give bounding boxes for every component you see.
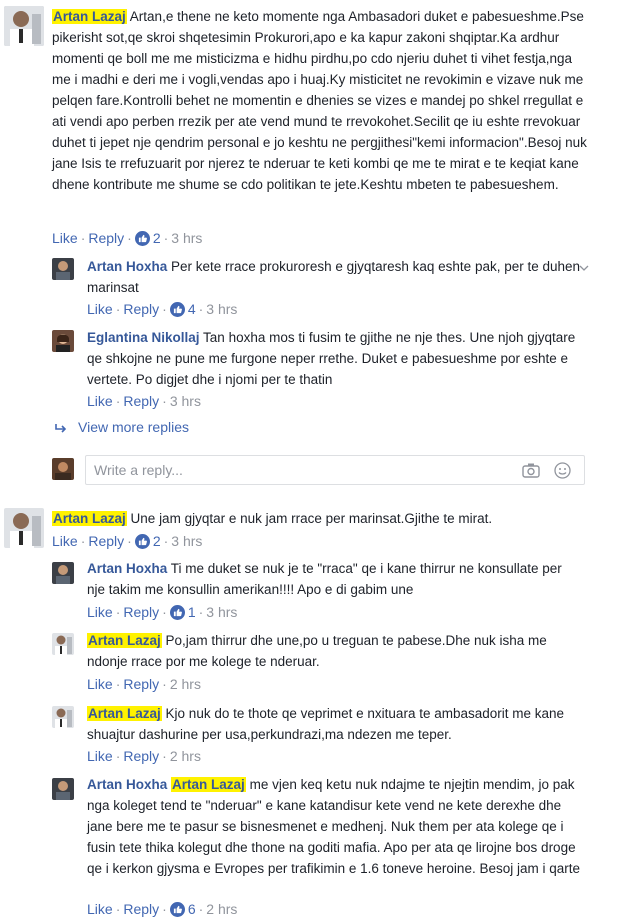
reply-link[interactable]: Reply <box>88 230 124 246</box>
reply-body: Artan Hoxha Artan Lazaj me vjen keq ketu… <box>87 774 582 879</box>
reply-link[interactable]: Reply <box>123 676 159 692</box>
timestamp[interactable]: 3 hrs <box>171 533 202 549</box>
like-count-icon <box>169 902 185 917</box>
reply-actions: Like · Reply · 2 hrs <box>87 676 201 692</box>
comment-actions: Like · Reply · 2 · 3 hrs <box>52 533 203 549</box>
reply-link[interactable]: Reply <box>123 393 159 409</box>
avatar-artan-lazaj[interactable] <box>52 633 74 655</box>
like-count[interactable]: 2 <box>153 533 161 549</box>
comment-text: Une jam gjyqtar e nuk jam rrace per mari… <box>130 511 493 526</box>
avatar-artan-hoxha[interactable] <box>52 258 74 280</box>
reply-link[interactable]: Reply <box>123 748 159 764</box>
emoji-icon[interactable] <box>554 462 571 479</box>
avatar-artan-lazaj[interactable] <box>4 508 44 548</box>
like-link[interactable]: Like <box>87 393 113 409</box>
like-count-icon <box>169 302 185 317</box>
avatar-artan-hoxha[interactable] <box>52 778 74 800</box>
reply-link[interactable]: Reply <box>123 301 159 317</box>
comment-body: Artan Lazaj Artan,e thene ne keto moment… <box>52 6 592 195</box>
like-count-icon <box>134 231 150 246</box>
like-count-icon <box>169 605 185 620</box>
avatar-artan-lazaj[interactable] <box>52 706 74 728</box>
timestamp[interactable]: 2 hrs <box>206 901 237 917</box>
reply-body: Artan Lazaj Po,jam thirrur dhe une,po u … <box>87 630 582 672</box>
reply-author[interactable]: Artan Hoxha <box>87 777 167 792</box>
reply-author[interactable]: Artan Lazaj <box>87 633 162 648</box>
reply-author[interactable]: Eglantina Nikollaj <box>87 330 200 345</box>
like-link[interactable]: Like <box>52 230 78 246</box>
comment-author[interactable]: Artan Lazaj <box>52 9 127 24</box>
avatar-eglantina-nikollaj[interactable] <box>52 330 74 352</box>
reply-actions: Like · Reply · 3 hrs <box>87 393 201 409</box>
comment-text: Artan,e thene ne keto momente nga Ambasa… <box>52 9 587 192</box>
timestamp[interactable]: 3 hrs <box>170 393 201 409</box>
like-link[interactable]: Like <box>87 901 113 917</box>
timestamp[interactable]: 2 hrs <box>170 748 201 764</box>
like-count-icon <box>134 534 150 549</box>
reply-body: Eglantina Nikollaj Tan hoxha mos ti fusi… <box>87 327 582 390</box>
like-link[interactable]: Like <box>87 676 113 692</box>
reply-actions: Like · Reply · 1 · 3 hrs <box>87 604 238 620</box>
reply-link[interactable]: Reply <box>123 604 159 620</box>
reply-actions: Like · Reply · 6 · 2 hrs <box>87 901 238 917</box>
comment-actions: Like · Reply · 2 · 3 hrs <box>52 230 203 246</box>
reply-link[interactable]: Reply <box>88 533 124 549</box>
like-count[interactable]: 4 <box>188 301 196 317</box>
like-link[interactable]: Like <box>87 301 113 317</box>
reply-input-box[interactable]: Write a reply... <box>85 455 585 485</box>
timestamp[interactable]: 2 hrs <box>170 676 201 692</box>
reply-input[interactable]: Write a reply... <box>94 462 183 478</box>
camera-icon[interactable] <box>522 462 540 478</box>
reply-link[interactable]: Reply <box>123 901 159 917</box>
reply-body: Artan Hoxha Per kete rrace prokuroresh e… <box>87 256 582 298</box>
reply-author[interactable]: Artan Hoxha <box>87 259 167 274</box>
mention-tag[interactable]: Artan Lazaj <box>171 777 246 792</box>
reply-author[interactable]: Artan Hoxha <box>87 561 167 576</box>
comment-body: Artan Lazaj Une jam gjyqtar e nuk jam rr… <box>52 508 592 529</box>
like-link[interactable]: Like <box>87 604 113 620</box>
reply-body: Artan Lazaj Kjo nuk do te thote qe vepri… <box>87 703 582 745</box>
reply-body: Artan Hoxha Ti me duket se nuk je te "rr… <box>87 558 582 600</box>
like-link[interactable]: Like <box>52 533 78 549</box>
view-more-replies-link[interactable]: View more replies <box>78 419 189 435</box>
avatar-artan-lazaj[interactable] <box>4 6 44 46</box>
timestamp[interactable]: 3 hrs <box>171 230 202 246</box>
reply-actions: Like · Reply · 2 hrs <box>87 748 201 764</box>
reply-actions: Like · Reply · 4 · 3 hrs <box>87 301 238 317</box>
like-count[interactable]: 6 <box>188 901 196 917</box>
timestamp[interactable]: 3 hrs <box>206 301 237 317</box>
like-link[interactable]: Like <box>87 748 113 764</box>
comment-author[interactable]: Artan Lazaj <box>52 511 127 526</box>
avatar-artan-hoxha[interactable] <box>52 562 74 584</box>
reply-arrow-icon <box>55 424 67 433</box>
like-count[interactable]: 2 <box>153 230 161 246</box>
reply-author[interactable]: Artan Lazaj <box>87 706 162 721</box>
avatar-current-user <box>52 458 74 480</box>
like-count[interactable]: 1 <box>188 604 196 620</box>
timestamp[interactable]: 3 hrs <box>206 604 237 620</box>
